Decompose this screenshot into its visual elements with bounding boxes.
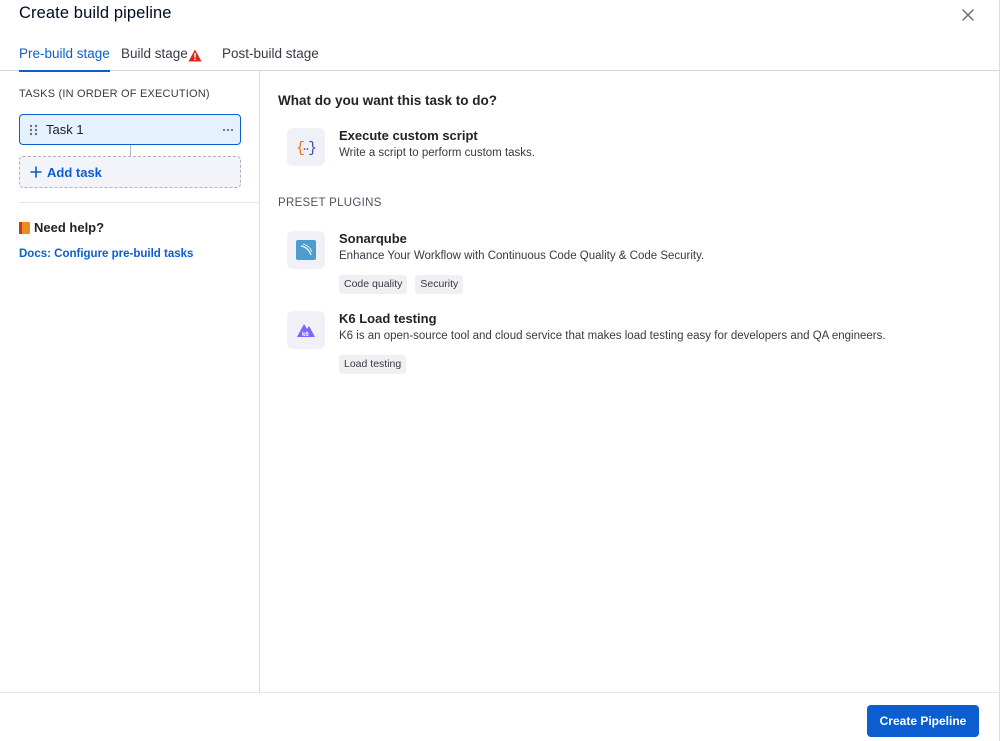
sonarqube-icon [287, 231, 325, 269]
option-title: Execute custom script [339, 128, 478, 143]
option-description: Enhance Your Workflow with Continuous Co… [339, 250, 705, 262]
plugin-tags: Load testing [339, 355, 407, 374]
tab-pre-build[interactable]: Pre-build stage [19, 46, 110, 72]
tab-build[interactable]: Build stage [121, 46, 188, 71]
tab-label: Pre-build stage [19, 46, 110, 61]
k6-icon: k6 [287, 311, 325, 349]
docs-link[interactable]: Docs: Configure pre-build tasks [19, 248, 193, 260]
divider [19, 202, 260, 203]
option-description: Write a script to perform custom tasks. [339, 147, 535, 159]
close-icon[interactable] [958, 5, 978, 25]
tag-chip: Code quality [339, 275, 408, 294]
tag-chip: Security [415, 275, 464, 294]
preset-plugins-label: PRESET PLUGINS [278, 197, 382, 209]
more-options-icon[interactable] [222, 128, 234, 132]
plugin-tags: Code quality Security [339, 275, 464, 294]
modal-title: Create build pipeline [19, 4, 172, 22]
add-task-button[interactable]: Add task [19, 156, 241, 188]
svg-text:k6: k6 [302, 332, 309, 338]
svg-text:}: } [308, 140, 316, 157]
svg-text:{: { [296, 140, 305, 157]
task-card[interactable]: Task 1 [19, 114, 241, 145]
option-title: K6 Load testing [339, 311, 437, 326]
tasks-section-label: TASKS (IN ORDER OF EXECUTION) [19, 88, 210, 100]
modal-header: Create build pipeline [0, 0, 1000, 32]
option-title: Sonarqube [339, 231, 407, 246]
tab-label: Post-build stage [222, 46, 319, 61]
tag-chip: Load testing [339, 355, 407, 374]
book-icon [19, 222, 30, 234]
k6-load-testing-plugin-option[interactable]: k6 K6 Load testing K6 is an open-source … [287, 311, 967, 375]
drag-handle-icon[interactable] [29, 124, 38, 136]
stage-tabs: Pre-build stage Build stage Post-build s… [0, 40, 1000, 72]
add-task-label: Add task [47, 165, 102, 180]
create-pipeline-button[interactable]: Create Pipeline [867, 705, 979, 737]
option-description: K6 is an open-source tool and cloud serv… [339, 330, 886, 342]
tasks-panel: TASKS (IN ORDER OF EXECUTION) Task 1 Add… [0, 71, 260, 692]
create-pipeline-modal: Create build pipeline Pre-build stage Bu… [0, 0, 1000, 741]
modal-footer: Create Pipeline [0, 692, 1000, 741]
sonarqube-plugin-option[interactable]: Sonarqube Enhance Your Workflow with Con… [287, 231, 967, 295]
plus-icon [30, 166, 42, 178]
task-type-panel: What do you want this task to do? { } Ex… [261, 71, 1000, 692]
task-name: Task 1 [46, 122, 84, 137]
execute-custom-script-option[interactable]: { } Execute custom script Write a script… [287, 128, 967, 168]
help-label: Need help? [34, 220, 105, 235]
tab-post-build[interactable]: Post-build stage [222, 46, 319, 71]
task-question: What do you want this task to do? [278, 93, 497, 108]
tab-label: Build stage [121, 46, 188, 61]
curly-braces-script-icon: { } [287, 128, 325, 166]
warning-triangle-icon [188, 49, 202, 62]
